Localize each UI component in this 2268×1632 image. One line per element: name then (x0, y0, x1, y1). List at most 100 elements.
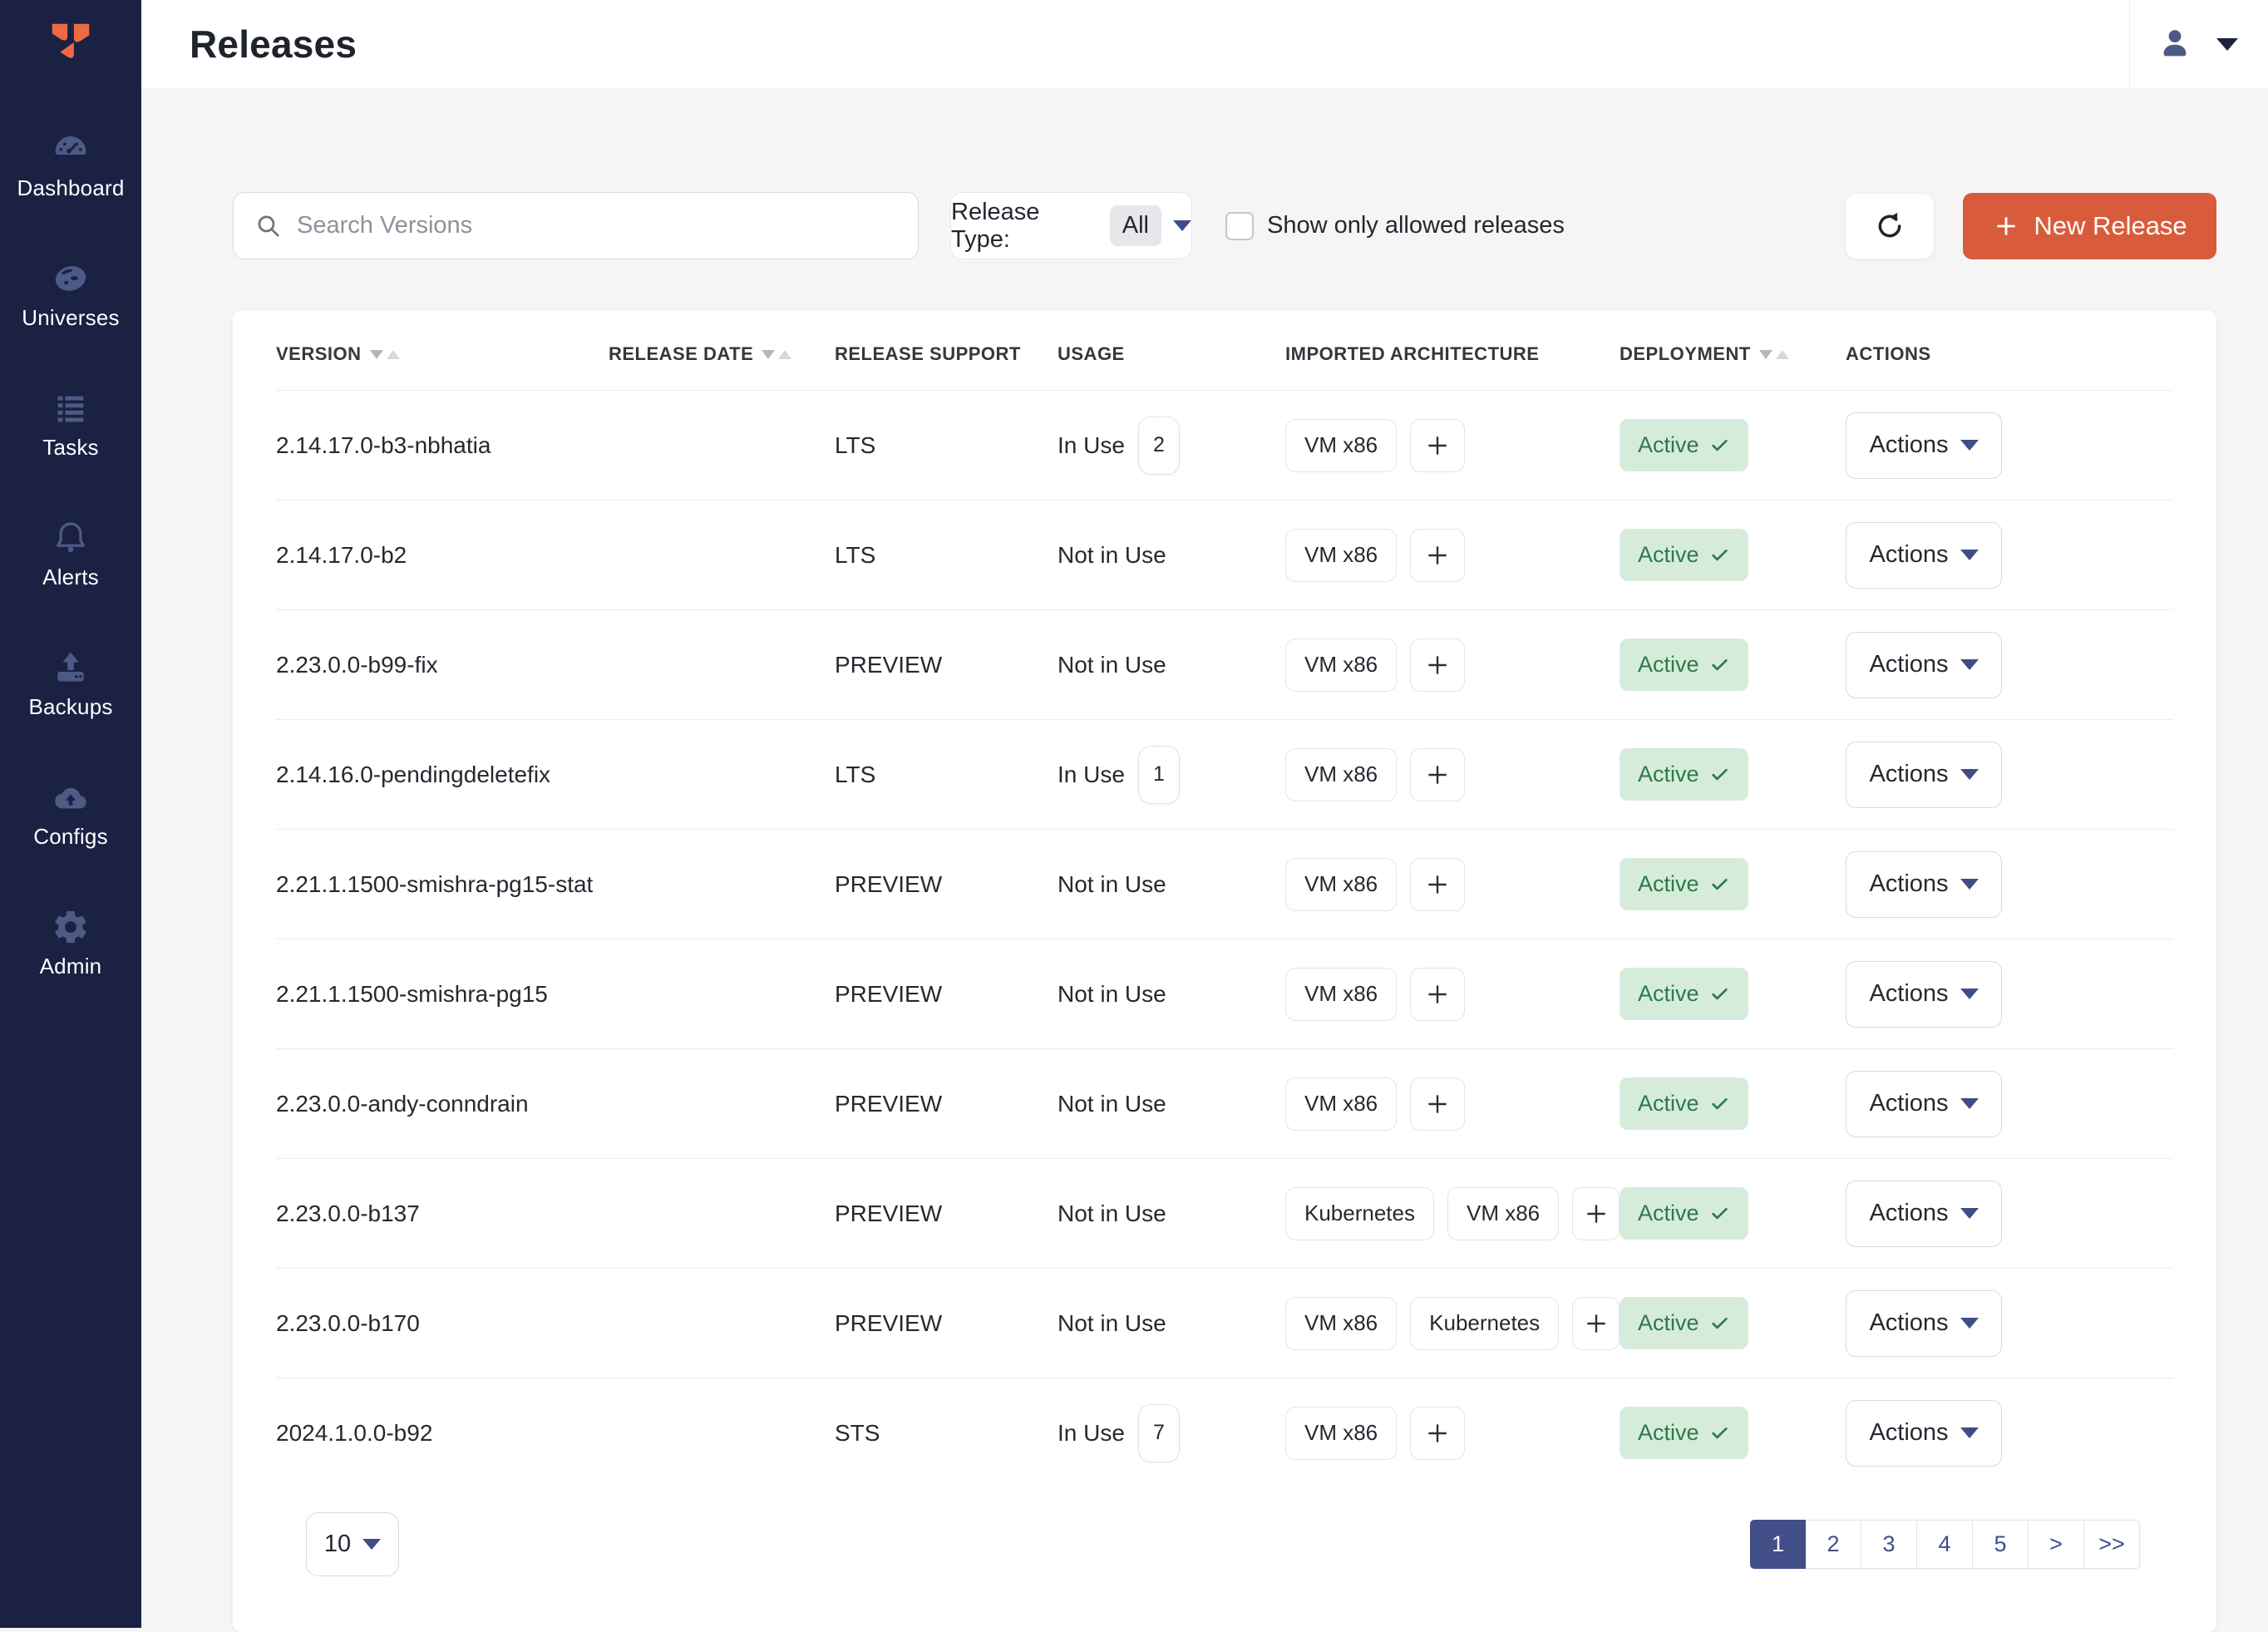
column-header-label: Actions (1846, 343, 1931, 365)
plus-icon (1424, 652, 1451, 678)
architecture-cell: KubernetesVM x86 (1285, 1187, 1620, 1240)
chevron-down-icon (1960, 769, 1979, 780)
user-menu[interactable] (2129, 0, 2268, 88)
row-actions-button[interactable]: Actions (1846, 742, 2002, 808)
search-input[interactable] (233, 192, 919, 259)
refresh-button[interactable] (1845, 193, 1935, 259)
column-header-release-support: Release Support (835, 343, 1058, 365)
row-actions-button[interactable]: Actions (1846, 961, 2002, 1028)
row-actions-button[interactable]: Actions (1846, 632, 2002, 698)
usage-count-chip: 2 (1138, 417, 1180, 475)
main-content: Release Type: All Show only allowed rele… (141, 88, 2268, 1628)
row-actions-button[interactable]: Actions (1846, 522, 2002, 589)
deployment-status-badge: Active (1620, 748, 1748, 801)
row-actions-button[interactable]: Actions (1846, 1290, 2002, 1357)
sidebar-item-label: Universes (22, 305, 119, 331)
pagination-page-1[interactable]: 1 (1750, 1520, 1806, 1569)
sidebar-item-tasks[interactable]: Tasks (0, 389, 141, 461)
deployment-status-badge: Active (1620, 419, 1748, 471)
table-row: 2.23.0.0-b137PREVIEWNot in UseKubernetes… (276, 1158, 2173, 1268)
column-header-version[interactable]: Version (276, 343, 609, 365)
version-text: 2.14.17.0-b2 (276, 542, 407, 569)
deployment-status-label: Active (1638, 1201, 1699, 1226)
chevron-down-icon (1960, 440, 1979, 451)
sidebar-item-dashboard[interactable]: Dashboard (0, 130, 141, 201)
plus-icon (1424, 1091, 1451, 1117)
add-architecture-button[interactable] (1410, 858, 1465, 911)
add-architecture-button[interactable] (1410, 968, 1465, 1021)
sidebar-item-universes[interactable]: Universes (0, 259, 141, 331)
column-header-release-date[interactable]: Release Date (609, 343, 835, 365)
show-allowed-checkbox[interactable] (1225, 212, 1254, 240)
add-architecture-button[interactable] (1572, 1187, 1620, 1240)
pagination-page-2[interactable]: 2 (1806, 1520, 1861, 1569)
sidebar-item-label: Backups (28, 694, 112, 720)
add-architecture-button[interactable] (1410, 1407, 1465, 1460)
architecture-cell: VM x86 (1285, 748, 1620, 801)
search-box (233, 192, 919, 259)
column-header-imported-architecture: Imported Architecture (1285, 343, 1620, 365)
add-architecture-button[interactable] (1410, 748, 1465, 801)
table-row: 2.14.17.0-b3-nbhatiaLTSIn Use2VM x86Acti… (276, 390, 2173, 500)
row-actions-button[interactable]: Actions (1846, 851, 2002, 918)
plus-icon (1424, 871, 1451, 898)
check-icon (1709, 654, 1730, 675)
version-text: 2.23.0.0-andy-conndrain (276, 1091, 529, 1117)
pagination-page-5[interactable]: 5 (1973, 1520, 2029, 1569)
page-size-dropdown[interactable]: 10 (306, 1512, 399, 1576)
usage-text: Not in Use (1058, 1310, 1166, 1337)
sidebar-item-backups[interactable]: Backups (0, 648, 141, 720)
add-architecture-button[interactable] (1410, 1077, 1465, 1131)
add-architecture-button[interactable] (1410, 639, 1465, 692)
pagination-page-label: 1 (1772, 1531, 1784, 1557)
column-header-actions: Actions (1846, 343, 2173, 365)
deployment-status-badge: Active (1620, 1297, 1748, 1349)
deployment-status-badge: Active (1620, 1077, 1748, 1130)
add-architecture-button[interactable] (1572, 1297, 1620, 1350)
column-header-deployment[interactable]: Deployment (1620, 343, 1846, 365)
add-architecture-button[interactable] (1410, 529, 1465, 582)
version-text: 2.23.0.0-b170 (276, 1310, 420, 1337)
add-architecture-button[interactable] (1410, 419, 1465, 472)
pagination-row: 10 12345>>> (276, 1512, 2173, 1576)
deployment-status-label: Active (1638, 432, 1699, 458)
sort-icon (1759, 350, 1789, 359)
release-support-text: PREVIEW (835, 1201, 942, 1227)
row-actions-button[interactable]: Actions (1846, 412, 2002, 479)
table-row: 2.23.0.0-b170PREVIEWNot in UseVM x86Kube… (276, 1268, 2173, 1378)
bell-icon (52, 519, 90, 557)
check-icon (1709, 764, 1730, 785)
plus-icon (1992, 212, 2020, 240)
architecture-chip: VM x86 (1285, 1077, 1397, 1131)
row-actions-label: Actions (1869, 870, 1948, 898)
check-icon (1709, 1203, 1730, 1224)
table-row: 2.23.0.0-b99-fixPREVIEWNot in UseVM x86A… (276, 609, 2173, 719)
row-actions-button[interactable]: Actions (1846, 1400, 2002, 1467)
version-text: 2.14.17.0-b3-nbhatia (276, 432, 491, 459)
sidebar-item-configs[interactable]: Configs (0, 778, 141, 850)
release-type-dropdown[interactable]: Release Type: All (950, 192, 1192, 259)
version-text: 2024.1.0.0-b92 (276, 1420, 432, 1447)
pagination-page-next[interactable]: > (2029, 1520, 2084, 1569)
sidebar-item-admin[interactable]: Admin (0, 908, 141, 979)
deployment-status-badge: Active (1620, 1187, 1748, 1240)
row-actions-label: Actions (1869, 1200, 1948, 1227)
deployment-status-label: Active (1638, 542, 1699, 568)
release-support-text: PREVIEW (835, 871, 942, 898)
pagination-page-last[interactable]: >> (2084, 1520, 2140, 1569)
pagination-page-3[interactable]: 3 (1861, 1520, 1917, 1569)
chevron-down-icon (1960, 989, 1979, 999)
sidebar: Dashboard Universes Tasks (0, 0, 141, 1628)
upload-drive-icon (52, 648, 90, 687)
architecture-chip: VM x86 (1285, 858, 1397, 911)
row-actions-button[interactable]: Actions (1846, 1071, 2002, 1137)
pagination-page-label: 3 (1882, 1531, 1895, 1557)
deployment-status-badge: Active (1620, 968, 1748, 1020)
pagination-page-4[interactable]: 4 (1917, 1520, 1973, 1569)
chevron-down-icon (1960, 1427, 1979, 1438)
row-actions-button[interactable]: Actions (1846, 1181, 2002, 1247)
version-text: 2.23.0.0-b137 (276, 1201, 420, 1227)
table-body: 2.14.17.0-b3-nbhatiaLTSIn Use2VM x86Acti… (276, 390, 2173, 1487)
sidebar-item-alerts[interactable]: Alerts (0, 519, 141, 590)
new-release-button[interactable]: New Release (1963, 193, 2216, 259)
